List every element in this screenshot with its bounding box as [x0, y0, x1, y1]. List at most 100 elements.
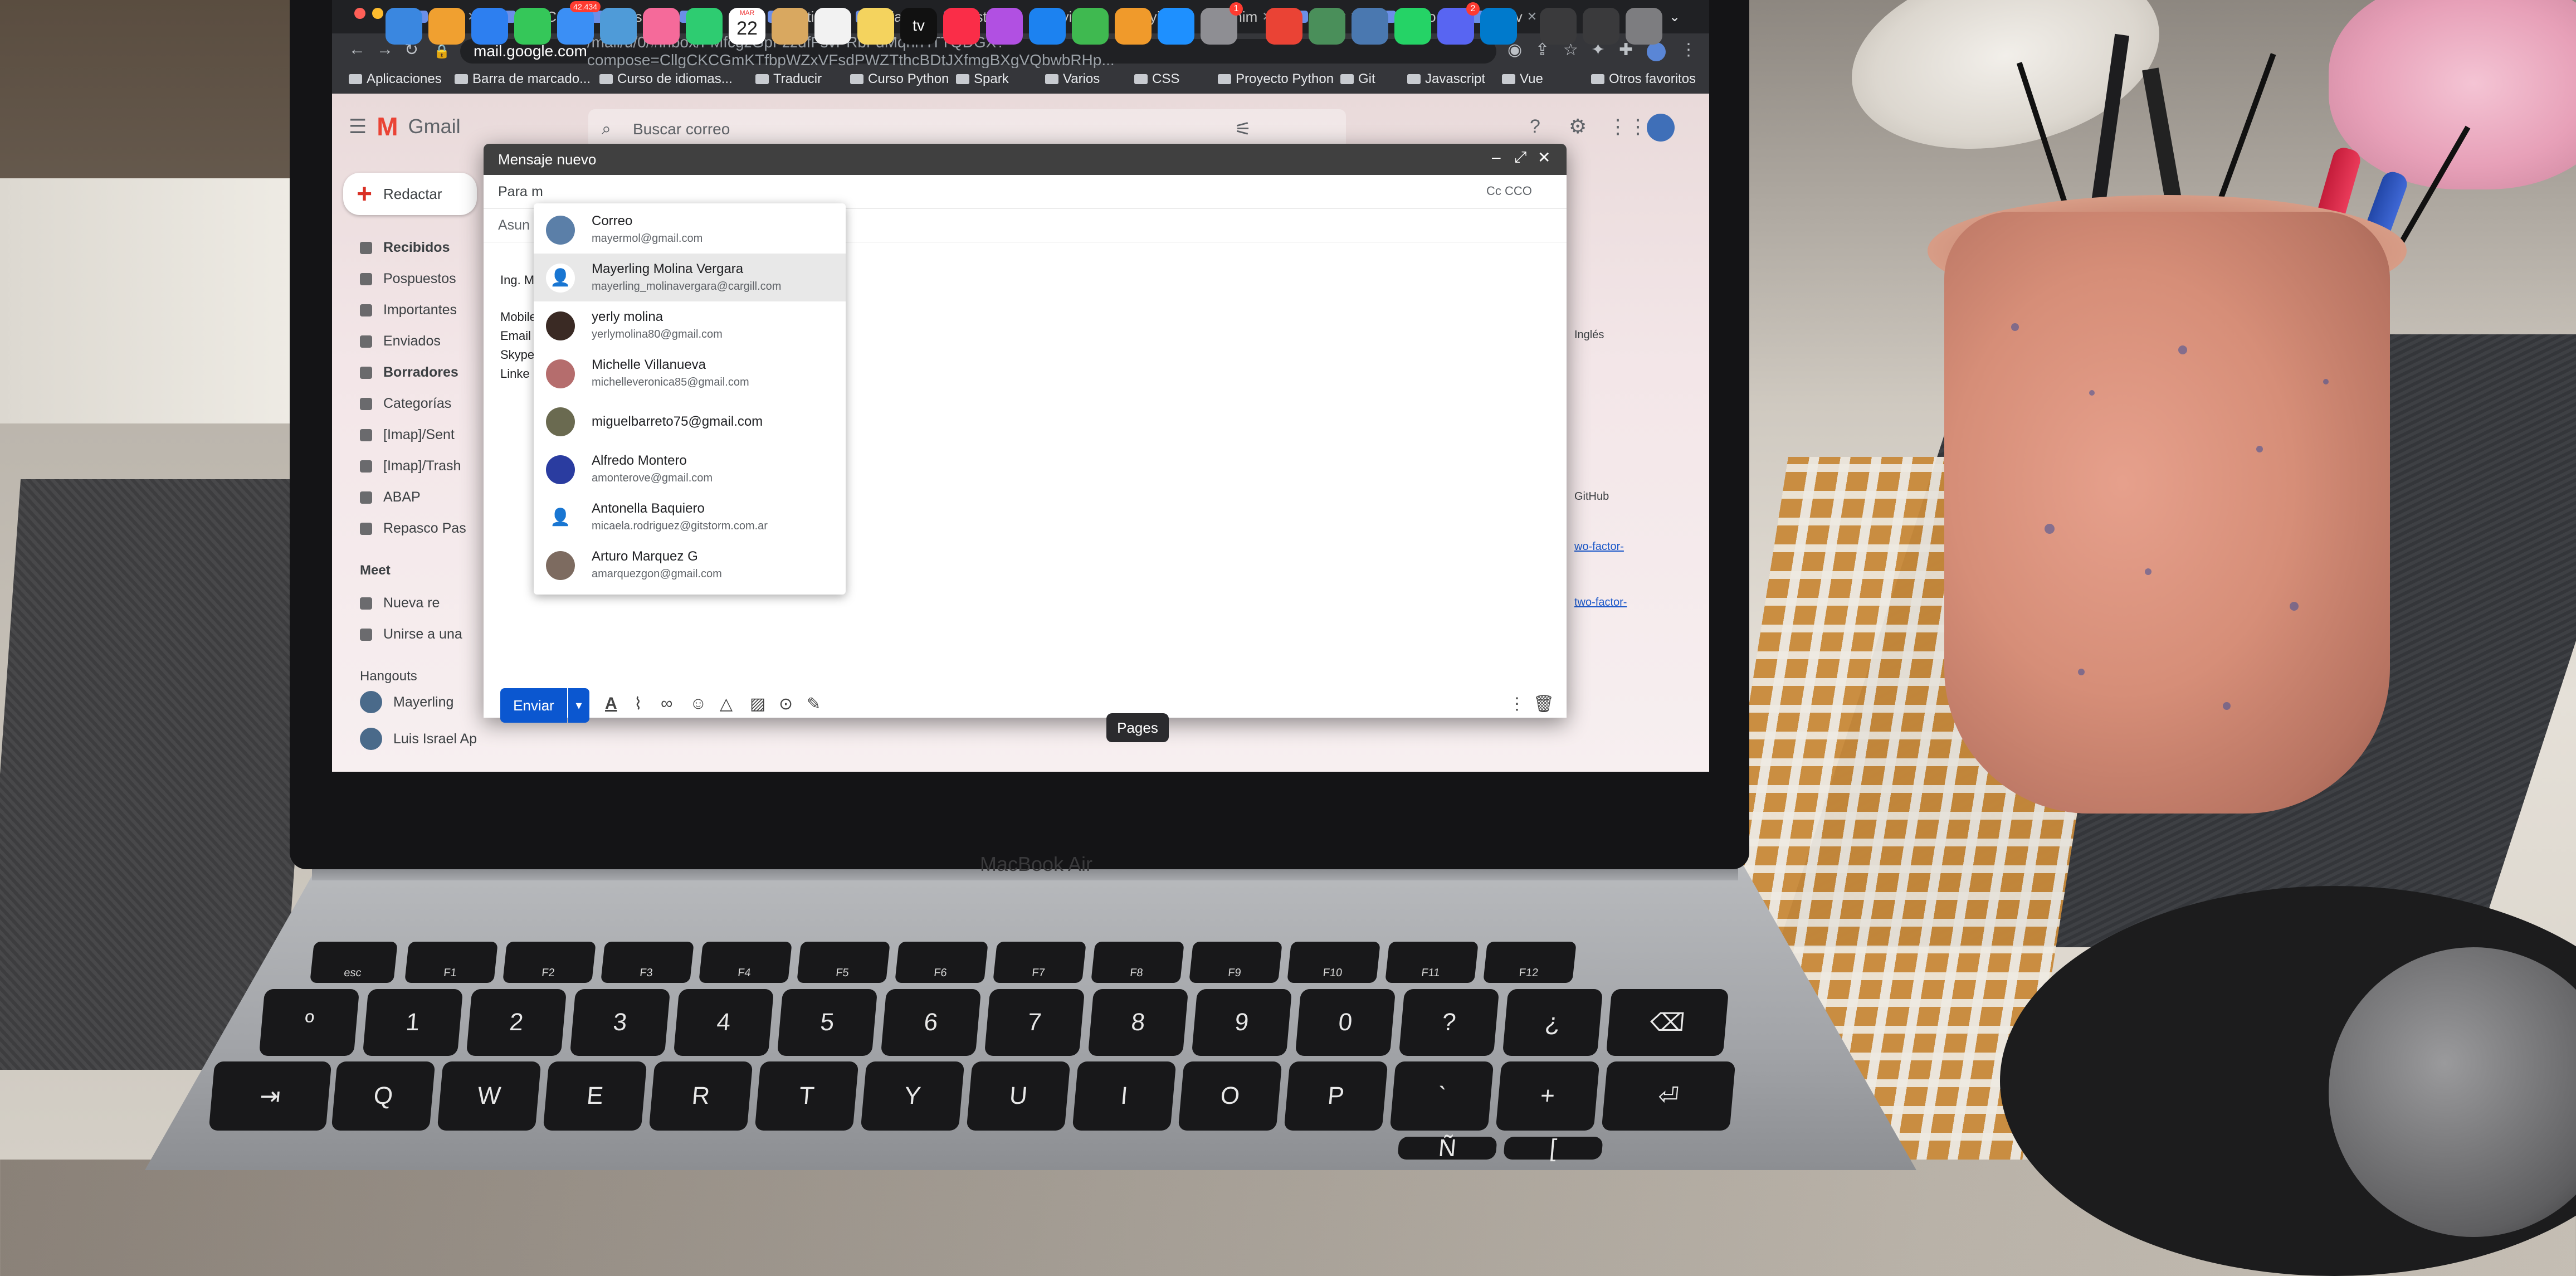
sidebar-item[interactable]: Importantes: [360, 302, 457, 318]
trash-icon[interactable]: 🗑: [1533, 694, 1554, 714]
key-f3[interactable]: F3: [601, 942, 694, 983]
send-options-button[interactable]: ▾: [568, 688, 589, 723]
key-f5[interactable]: F5: [797, 942, 890, 983]
messages-icon[interactable]: [514, 8, 551, 45]
sidebar-item[interactable]: Categorías: [360, 396, 451, 412]
apple-tv-icon[interactable]: tv: [900, 8, 937, 45]
compose-button[interactable]: + Redactar: [343, 173, 477, 215]
account-avatar[interactable]: [1647, 114, 1675, 142]
key-f10[interactable]: F10: [1287, 942, 1380, 983]
suggestion-item[interactable]: Michelle Villanueva michelleveronica85@gm…: [534, 349, 846, 397]
key-⇥[interactable]: ⇥: [208, 1061, 332, 1131]
send-button[interactable]: Enviar: [500, 688, 567, 723]
key-f6[interactable]: F6: [895, 942, 988, 983]
browser-menu-icon[interactable]: ⋮: [1680, 40, 1697, 60]
signature-icon[interactable]: ✎: [807, 694, 821, 714]
tab-close-icon[interactable]: ✕: [1527, 9, 1537, 24]
search-options-icon[interactable]: ⚟: [1235, 118, 1251, 140]
email-snippet[interactable]: two-factor-: [1574, 596, 1627, 609]
key-10[interactable]: 0: [1295, 989, 1396, 1056]
key-5[interactable]: 5: [777, 989, 878, 1056]
vscode-icon[interactable]: [1480, 8, 1517, 45]
minimize-window-icon[interactable]: [372, 8, 383, 19]
help-icon[interactable]: ?: [1530, 116, 1540, 138]
meet-item[interactable]: Nueva re: [360, 595, 440, 611]
key-f11[interactable]: F11: [1385, 942, 1479, 983]
bookmark-item[interactable]: Vue: [1502, 71, 1543, 87]
chrome-icon[interactable]: [1266, 8, 1302, 45]
key-w[interactable]: W: [437, 1061, 541, 1131]
key-4[interactable]: 4: [673, 989, 774, 1056]
suggestion-item[interactable]: Correo mayermol@gmail.com: [534, 206, 846, 254]
key-13[interactable]: ⌫: [1606, 989, 1729, 1056]
close-window-icon[interactable]: [354, 8, 365, 19]
calendar-icon[interactable]: MAR 22: [729, 8, 765, 45]
key-f9[interactable]: F9: [1189, 942, 1282, 983]
pages-icon[interactable]: [1115, 8, 1152, 45]
suggestion-item[interactable]: 👤 Antonella Baquiero micaela.rodriguez@git…: [534, 493, 846, 541]
key-t[interactable]: T: [754, 1061, 859, 1131]
key-y[interactable]: Y: [860, 1061, 965, 1131]
key-12[interactable]: ¿: [1502, 989, 1603, 1056]
atom-icon[interactable]: [1309, 8, 1345, 45]
key-11[interactable]: ?: [1398, 989, 1500, 1056]
chevron-down-icon[interactable]: ⌄: [1669, 4, 1680, 29]
music-icon[interactable]: [943, 8, 980, 45]
bookmark-item[interactable]: Javascript: [1407, 71, 1485, 87]
cc-bcc-link[interactable]: Cc CCO: [1486, 184, 1532, 198]
key-o[interactable]: O: [1178, 1061, 1282, 1131]
window-icon[interactable]: [1583, 8, 1619, 45]
compose-title-bar[interactable]: Mensaje nuevo – ⤢ ✕: [484, 144, 1567, 175]
key-0[interactable]: Ñ: [1397, 1134, 1497, 1162]
key-7[interactable]: 7: [984, 989, 1085, 1056]
key-1[interactable]: [: [1503, 1134, 1603, 1162]
email-snippet[interactable]: wo-factor-: [1574, 540, 1624, 553]
key-f4[interactable]: F4: [699, 942, 792, 983]
key-9[interactable]: 9: [1191, 989, 1292, 1056]
text-format-icon[interactable]: A: [605, 694, 617, 713]
app-store-icon[interactable]: [1158, 8, 1194, 45]
key-+[interactable]: +: [1495, 1061, 1600, 1131]
bookmark-item[interactable]: Curso Python: [850, 71, 949, 87]
sidebar-item[interactable]: Enviados: [360, 333, 441, 349]
suggestion-item[interactable]: 👤 Mayerling Molina Vergara mayerling_molin…: [534, 254, 846, 301]
drive-icon[interactable]: △: [720, 694, 733, 714]
launchpad-icon[interactable]: [428, 8, 465, 45]
suggestion-item[interactable]: Arturo Marquez G amarquezgon@gmail.com: [534, 541, 846, 589]
more-options-icon[interactable]: ⋮: [1509, 694, 1525, 714]
key-f8[interactable]: F8: [1091, 942, 1184, 983]
numbers-icon[interactable]: [1072, 8, 1109, 45]
hamburger-menu-icon[interactable]: ☰: [349, 115, 367, 138]
hangouts-contact[interactable]: Mayerling: [360, 691, 453, 713]
key-`[interactable]: `: [1389, 1061, 1494, 1131]
back-icon[interactable]: ←: [349, 40, 365, 59]
key-2[interactable]: 2: [466, 989, 567, 1056]
profile-avatar[interactable]: [1647, 42, 1666, 61]
close-icon[interactable]: ✕: [1538, 148, 1550, 167]
bookmark-item[interactable]: Curso de idiomas...: [599, 71, 733, 87]
key-⏎[interactable]: ⏎: [1601, 1061, 1736, 1131]
key-3[interactable]: 3: [569, 989, 671, 1056]
hangouts-contact[interactable]: Luis Israel Ap: [360, 728, 477, 750]
key-r[interactable]: R: [648, 1061, 753, 1131]
key-8[interactable]: 8: [1087, 989, 1189, 1056]
bookmark-item[interactable]: Git: [1340, 71, 1375, 87]
key-f2[interactable]: F2: [502, 942, 596, 983]
system-preferences-icon[interactable]: 1: [1201, 2, 1243, 45]
gmail-brand[interactable]: ☰ M Gmail: [349, 111, 461, 142]
notes-icon[interactable]: [857, 8, 894, 45]
bookmark-item[interactable]: Proyecto Python: [1218, 71, 1334, 87]
whatsapp-icon[interactable]: [1394, 8, 1431, 45]
key-esc[interactable]: esc: [310, 942, 398, 983]
sidebar-item[interactable]: Recibidos: [360, 240, 450, 256]
reminders-icon[interactable]: [814, 8, 851, 45]
bookmark-item[interactable]: Otros favoritos: [1591, 71, 1696, 87]
bookmark-item[interactable]: Barra de marcado...: [455, 71, 591, 87]
key-p[interactable]: P: [1284, 1061, 1388, 1131]
suggestion-item[interactable]: miguelbarreto75@gmail.com: [534, 397, 846, 445]
key-i[interactable]: I: [1072, 1061, 1177, 1131]
trash-icon[interactable]: [1626, 8, 1662, 45]
sidebar-item[interactable]: ABAP: [360, 489, 421, 505]
key-6[interactable]: 6: [880, 989, 982, 1056]
attach-icon[interactable]: ⌇: [634, 694, 642, 714]
